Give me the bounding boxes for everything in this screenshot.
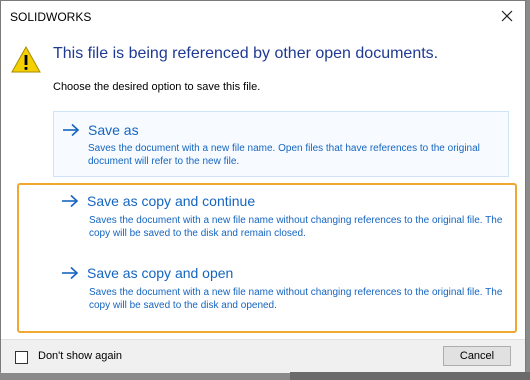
close-button[interactable] — [493, 5, 521, 27]
save-as-copy-open-option[interactable]: Save as copy and open Saves the document… — [53, 261, 509, 323]
option-title-row: Save as copy and continue — [61, 193, 255, 209]
option-title: Save as copy and open — [87, 265, 234, 281]
save-as-copy-continue-option[interactable]: Save as copy and continue Saves the docu… — [53, 189, 509, 251]
arrow-right-icon — [62, 194, 79, 208]
dialog-subtext: Choose the desired option to save this f… — [53, 81, 261, 93]
option-title: Save as — [88, 122, 139, 138]
option-description: Saves the document with a new file name … — [89, 287, 503, 311]
option-description: Saves the document with a new file name … — [89, 215, 503, 239]
arrow-right-icon — [62, 266, 79, 280]
save-dialog: SOLIDWORKS This file is being referenced… — [0, 0, 526, 373]
dialog-heading: This file is being referenced by other o… — [53, 45, 439, 62]
dont-show-again-checkbox[interactable] — [15, 351, 28, 364]
cancel-button[interactable]: Cancel — [443, 346, 511, 366]
dialog-footer: Don't show again Cancel — [1, 339, 525, 373]
close-icon — [501, 10, 513, 22]
save-as-option[interactable]: Save as Saves the document with a new fi… — [53, 111, 509, 177]
option-description: Saves the document with a new file name.… — [88, 143, 480, 167]
option-title-row: Save as copy and open — [61, 265, 233, 281]
option-title-row: Save as — [62, 122, 139, 138]
dont-show-again-label[interactable]: Don't show again — [38, 350, 122, 362]
title-bar: SOLIDWORKS — [1, 1, 525, 31]
background-window-edge — [290, 372, 530, 380]
window-title: SOLIDWORKS — [10, 10, 92, 24]
arrow-right-icon — [63, 123, 80, 137]
option-title: Save as copy and continue — [87, 193, 256, 209]
warning-icon — [11, 45, 41, 73]
